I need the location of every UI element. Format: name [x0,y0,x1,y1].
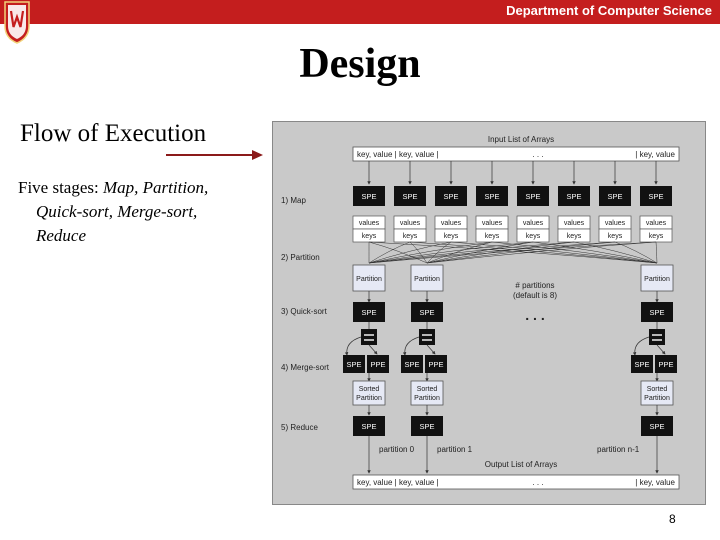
map-spe-label: SPE [525,192,540,201]
keys-label: keys [403,233,418,240]
output-row-left: key, value | key, value | [357,478,439,487]
mergesort-spe-label: SPE [634,360,649,369]
map-spe-label: SPE [566,192,581,201]
partition-label: Partition [356,276,382,283]
stages-intro: Five stages: [18,178,99,197]
crest-icon [4,1,30,44]
keys-label: keys [444,233,459,240]
map-spe-label: SPE [361,192,376,201]
stage-mergesort-label: 4) Merge-sort [281,363,330,372]
num-partitions-label: # partitions [515,281,554,290]
quicksort-spe-label: SPE [649,308,664,317]
values-label: values [523,220,544,227]
buffer-icon [361,329,377,345]
arrow-right-icon [166,150,263,160]
mergesort-spe-label: SPE [346,360,361,369]
stages-line-3: Reduce [36,226,87,245]
stage-map-label: 1) Map [281,196,306,205]
map-spe-label: SPE [484,192,499,201]
header-bar: Department of Computer Science [0,0,720,24]
keys-label: keys [526,233,541,240]
buffer-icon [649,329,665,345]
mergesort-ppe-label: PPE [658,360,673,369]
values-label: values [359,220,380,227]
keys-label: keys [362,233,377,240]
values-label: values [400,220,421,227]
sorted-partition-label-1: Sorted [417,386,438,393]
sorted-partition-label-2: Partition [414,395,440,402]
execution-flow-diagram: Input List of Arrays key, value | key, v… [272,121,706,505]
output-row-right: | key, value [635,478,675,487]
department-name: Department of Computer Science [506,3,712,18]
values-label: values [564,220,585,227]
stages-line-1: Map, Partition, [103,178,209,197]
values-label: values [441,220,462,227]
reduce-spe-label: SPE [419,422,434,431]
partition-n-label: partition n-1 [597,445,640,454]
map-spe-label: SPE [607,192,622,201]
mergesort-spe-label: SPE [404,360,419,369]
sorted-partition-label-2: Partition [644,395,670,402]
stages-line-2: Quick-sort, Merge-sort, [36,202,198,221]
keys-label: keys [567,233,582,240]
map-spe-label: SPE [443,192,458,201]
quicksort-spe-label: SPE [361,308,376,317]
stage-reduce-label: 5) Reduce [281,423,318,432]
stages-text: Five stages: Map, Partition, Quick-sort,… [18,176,268,248]
partition-0-label: partition 0 [379,445,415,454]
partition-label: Partition [414,276,440,283]
values-label: values [605,220,626,227]
map-stage: SPE values keys SPE values keys SPE values keys S… [352,161,673,264]
input-row-right: | key, value [635,150,675,159]
stage-quicksort-label: 3) Quick-sort [281,307,328,316]
partition-stage: Partition Partition Partition [352,264,674,292]
mergesort-ppe-label: PPE [370,360,385,369]
partition-1-label: partition 1 [437,445,473,454]
input-list-title: Input List of Arrays [488,135,554,144]
values-label: values [646,220,667,227]
keys-label: keys [608,233,623,240]
map-spe-label: SPE [402,192,417,201]
partition-label: Partition [644,276,670,283]
output-list-title: Output List of Arrays [485,460,557,469]
page-number: 8 [669,512,676,526]
reduce-spe-label: SPE [361,422,376,431]
sorted-partition-label-1: Sorted [647,386,668,393]
reduce-spe-label: SPE [649,422,664,431]
slide-title: Design [299,41,421,87]
slide-subtitle: Flow of Execution [20,120,207,147]
sorted-partition-label-2: Partition [356,395,382,402]
stage-partition-label: 2) Partition [281,253,320,262]
sorted-partition-label-1: Sorted [359,386,380,393]
keys-label: keys [649,233,664,240]
input-row-left: key, value | key, value | [357,150,439,159]
map-spe-label: SPE [648,192,663,201]
keys-label: keys [485,233,500,240]
quicksort-spe-label: SPE [419,308,434,317]
num-partitions-default: (default is 8) [513,291,557,300]
mergesort-ppe-label: PPE [428,360,443,369]
values-label: values [482,220,503,227]
buffer-icon [419,329,435,345]
ellipsis: . . . [525,307,544,323]
output-row-dots: . . . [532,478,543,487]
input-row-dots: . . . [532,150,543,159]
